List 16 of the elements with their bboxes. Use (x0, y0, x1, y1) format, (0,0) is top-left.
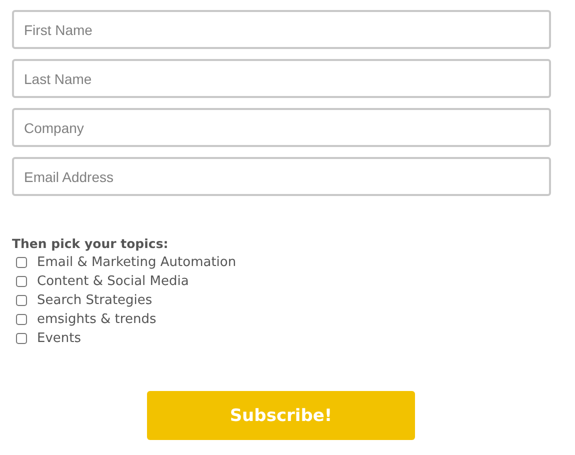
subscribe-button[interactable]: Subscribe! (147, 391, 415, 440)
checkbox[interactable] (16, 314, 27, 325)
checkbox-label: Email & Marketing Automation (37, 255, 236, 270)
checkbox-label: emsights & trends (37, 312, 156, 327)
input-field[interactable]: Email Address (12, 157, 551, 196)
checkbox-label: Content & Social Media (37, 274, 189, 289)
checkbox[interactable] (16, 295, 27, 306)
checkbox[interactable] (16, 257, 27, 268)
input-field[interactable]: First Name (12, 10, 551, 49)
checkbox-label: Search Strategies (37, 293, 152, 308)
topics-heading: Then pick your topics: (12, 236, 170, 251)
input-field[interactable]: Last Name (12, 59, 551, 98)
input-field[interactable]: Company (12, 108, 551, 147)
checkbox-label: Events (37, 331, 82, 346)
checkbox[interactable] (16, 276, 27, 287)
checkbox[interactable] (16, 333, 27, 344)
